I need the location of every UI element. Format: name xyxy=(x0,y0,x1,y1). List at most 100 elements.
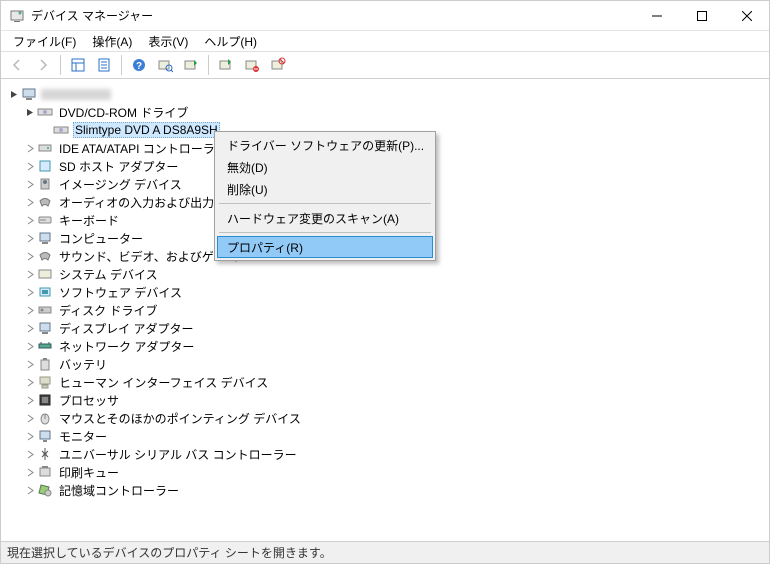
expand-icon[interactable] xyxy=(23,159,37,173)
ctx-scan[interactable]: ハードウェア変更のスキャン(A) xyxy=(217,207,433,229)
tree-category[interactable]: ユニバーサル シリアル バス コントローラー xyxy=(7,445,769,463)
device-category-icon xyxy=(37,392,53,408)
ctx-label: プロパティ(R) xyxy=(227,239,303,256)
expand-icon[interactable] xyxy=(23,357,37,371)
maximize-button[interactable] xyxy=(679,1,724,30)
expand-icon[interactable] xyxy=(23,411,37,425)
expand-icon[interactable] xyxy=(23,285,37,299)
window-controls xyxy=(634,1,769,30)
tree-label: イメージング デバイス xyxy=(57,176,184,193)
tree-category[interactable]: ディスプレイ アダプター xyxy=(7,319,769,337)
device-category-icon xyxy=(37,410,53,426)
expand-icon[interactable] xyxy=(23,375,37,389)
show-hide-button[interactable] xyxy=(66,53,90,77)
window-title: デバイス マネージャー xyxy=(31,7,634,24)
tree-category[interactable]: バッテリ xyxy=(7,355,769,373)
ctx-separator xyxy=(219,203,431,204)
close-button[interactable] xyxy=(724,1,769,30)
ctx-separator xyxy=(219,232,431,233)
device-category-icon xyxy=(37,284,53,300)
device-category-icon xyxy=(37,248,53,264)
device-category-icon xyxy=(37,374,53,390)
expand-icon[interactable] xyxy=(23,429,37,443)
expand-icon[interactable] xyxy=(23,177,37,191)
menu-help[interactable]: ヘルプ(H) xyxy=(198,32,263,51)
expand-icon[interactable] xyxy=(23,231,37,245)
context-menu: ドライバー ソフトウェアの更新(P)... 無効(D) 削除(U) ハードウェア… xyxy=(214,131,436,261)
tree-category[interactable]: マウスとそのほかのポインティング デバイス xyxy=(7,409,769,427)
svg-text:?: ? xyxy=(136,61,142,72)
update-driver-button[interactable] xyxy=(179,53,203,77)
tree-label: プロセッサ xyxy=(57,392,121,409)
tree-category[interactable]: ディスク ドライブ xyxy=(7,301,769,319)
menu-action[interactable]: 操作(A) xyxy=(86,32,138,51)
tree-label: バッテリ xyxy=(57,356,109,373)
tree-category[interactable]: 記憶域コントローラー xyxy=(7,481,769,499)
statusbar: 現在選択しているデバイスのプロパティ シートを開きます。 xyxy=(1,541,769,563)
expand-icon[interactable] xyxy=(7,87,21,101)
titlebar: デバイス マネージャー xyxy=(1,1,769,31)
device-category-icon xyxy=(37,194,53,210)
expand-icon[interactable] xyxy=(23,105,37,119)
expand-icon[interactable] xyxy=(23,195,37,209)
menubar: ファイル(F) 操作(A) 表示(V) ヘルプ(H) xyxy=(1,31,769,51)
ctx-properties[interactable]: プロパティ(R) xyxy=(217,236,433,258)
tree-label: サウンド、ビデオ、およびゲーム xyxy=(57,248,239,265)
expand-icon[interactable] xyxy=(23,393,37,407)
device-category-icon xyxy=(37,230,53,246)
expand-icon[interactable] xyxy=(23,267,37,281)
device-category-icon xyxy=(37,176,53,192)
enable-button[interactable] xyxy=(214,53,238,77)
ctx-uninstall[interactable]: 削除(U) xyxy=(217,178,433,200)
expand-icon[interactable] xyxy=(23,303,37,317)
expand-icon[interactable] xyxy=(23,447,37,461)
expand-icon[interactable] xyxy=(23,339,37,353)
device-category-icon xyxy=(37,140,53,156)
tree-root[interactable] xyxy=(7,85,769,103)
device-category-icon xyxy=(37,464,53,480)
ctx-label: ドライバー ソフトウェアの更新(P)... xyxy=(227,137,424,154)
menu-file[interactable]: ファイル(F) xyxy=(7,32,82,51)
help-button[interactable]: ? xyxy=(127,53,151,77)
uninstall-button[interactable] xyxy=(266,53,290,77)
disable-button[interactable] xyxy=(240,53,264,77)
tree-label: 印刷キュー xyxy=(57,464,121,481)
expand-icon[interactable] xyxy=(23,141,37,155)
properties-button[interactable] xyxy=(92,53,116,77)
expand-icon[interactable] xyxy=(23,213,37,227)
device-category-icon xyxy=(37,302,53,318)
device-category-icon xyxy=(37,266,53,282)
tree-label: IDE ATA/ATAPI コントローラー xyxy=(57,140,229,157)
expand-icon[interactable] xyxy=(23,483,37,497)
tree-category[interactable]: プロセッサ xyxy=(7,391,769,409)
menu-view[interactable]: 表示(V) xyxy=(142,32,194,51)
app-icon xyxy=(9,8,25,24)
expand-icon[interactable] xyxy=(23,249,37,263)
expand-icon[interactable] xyxy=(23,321,37,335)
scan-button[interactable] xyxy=(153,53,177,77)
tree-category[interactable]: ヒューマン インターフェイス デバイス xyxy=(7,373,769,391)
device-category-icon xyxy=(37,428,53,444)
computer-name-blurred xyxy=(41,89,111,100)
tree-label: モニター xyxy=(57,428,109,445)
tree-category[interactable]: システム デバイス xyxy=(7,265,769,283)
ctx-disable[interactable]: 無効(D) xyxy=(217,156,433,178)
device-category-icon xyxy=(37,158,53,174)
expand-icon[interactable] xyxy=(23,465,37,479)
device-category-icon xyxy=(37,320,53,336)
tree-category[interactable]: 印刷キュー xyxy=(7,463,769,481)
device-category-icon xyxy=(37,212,53,228)
tree-category[interactable]: モニター xyxy=(7,427,769,445)
ctx-update-driver[interactable]: ドライバー ソフトウェアの更新(P)... xyxy=(217,134,433,156)
tree-category[interactable]: ソフトウェア デバイス xyxy=(7,283,769,301)
tree-label: ヒューマン インターフェイス デバイス xyxy=(57,374,270,391)
tree-label: オーディオの入力および出力 xyxy=(57,194,216,211)
tree-label: DVD/CD-ROM ドライブ xyxy=(57,104,190,121)
tree-label: システム デバイス xyxy=(57,266,160,283)
tree-label: ディスプレイ アダプター xyxy=(57,320,196,337)
tree-category[interactable]: ネットワーク アダプター xyxy=(7,337,769,355)
tree-label: ユニバーサル シリアル バス コントローラー xyxy=(57,446,299,463)
minimize-button[interactable] xyxy=(634,1,679,30)
toolbar: ? xyxy=(1,51,769,79)
tree-category-dvd[interactable]: DVD/CD-ROM ドライブ xyxy=(7,103,769,121)
